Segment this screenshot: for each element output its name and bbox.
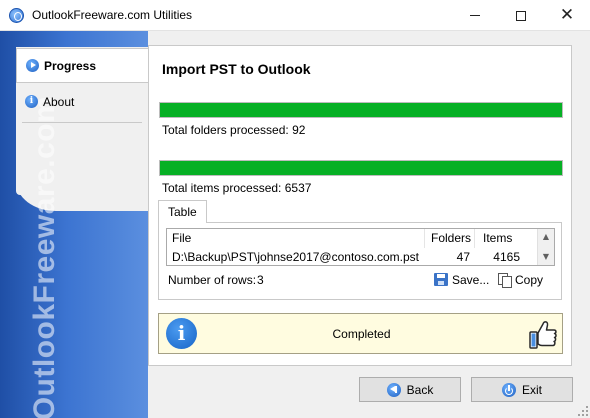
sidebar-item-about[interactable]: i About — [16, 84, 148, 119]
scroll-down-icon[interactable]: ▼ — [541, 252, 551, 262]
sidebar-brand: OutlookFreeware.com — [28, 95, 61, 418]
back-button[interactable]: Back — [359, 377, 461, 402]
cell-items: 4165 — [493, 250, 520, 264]
resize-grip[interactable] — [578, 406, 588, 416]
items-progress-bar — [159, 160, 563, 176]
save-icon — [434, 273, 448, 286]
close-icon: ✕ — [559, 5, 575, 25]
folders-progress-fill — [160, 103, 562, 117]
info-icon: i — [25, 95, 38, 108]
scroll-up-icon[interactable]: ▲ — [541, 232, 551, 242]
exit-button[interactable]: Exit — [471, 377, 573, 402]
maximize-icon — [516, 10, 526, 21]
sidebar: OutlookFreeware.com Progress i About — [0, 31, 148, 418]
sidebar-item-label: About — [43, 94, 75, 109]
table-row[interactable]: D:\Backup\PST\johnse2017@contoso.com.pst… — [167, 248, 530, 265]
sidebar-divider — [22, 122, 142, 123]
minimize-icon — [470, 15, 480, 16]
copy-button[interactable]: Copy — [498, 270, 543, 289]
close-button[interactable]: ✕ — [544, 0, 590, 31]
folders-processed-label: Total folders processed: 92 — [162, 123, 306, 137]
items-processed-label: Total items processed: 6537 — [162, 181, 312, 195]
rows-count-label: Number of rows: — [168, 273, 257, 287]
save-button[interactable]: Save... — [434, 270, 489, 289]
table-scrollbar[interactable]: ▲ ▼ — [537, 229, 554, 265]
tab-table[interactable]: Table — [158, 200, 207, 223]
status-box: Completed i — [158, 313, 563, 354]
column-header-file[interactable]: File — [167, 229, 425, 248]
page-title: Import PST to Outlook — [162, 61, 311, 77]
save-label: Save... — [452, 272, 490, 287]
cell-file: D:\Backup\PST\johnse2017@contoso.com.pst — [172, 250, 419, 264]
play-icon — [26, 59, 39, 72]
column-header-folders[interactable]: Folders — [425, 229, 475, 248]
status-text: Completed — [332, 327, 391, 341]
items-progress-fill — [160, 161, 562, 175]
maximize-button[interactable] — [498, 0, 544, 31]
rows-count-value: 3 — [257, 273, 264, 287]
title-bar: OutlookFreeware.com Utilities ✕ — [0, 0, 590, 31]
tab-panel-table: File Folders Items D:\Backup\PST\johnse2… — [158, 222, 562, 300]
sidebar-item-progress[interactable]: Progress — [16, 48, 148, 83]
copy-label: Copy — [515, 272, 544, 287]
main-panel: Import PST to Outlook Total folders proc… — [148, 45, 572, 366]
folders-progress-bar — [159, 102, 563, 118]
thumbs-up-icon — [529, 321, 557, 349]
column-header-items[interactable]: Items — [475, 229, 530, 248]
cell-folders: 47 — [456, 250, 470, 264]
results-table[interactable]: File Folders Items D:\Backup\PST\johnse2… — [166, 228, 555, 266]
back-icon — [386, 382, 401, 397]
window-title: OutlookFreeware.com Utilities — [32, 8, 193, 22]
table-header: File Folders Items — [167, 229, 530, 248]
exit-label: Exit — [521, 382, 542, 397]
window-body: OutlookFreeware.com Progress i About Imp… — [0, 31, 590, 418]
minimize-button[interactable] — [452, 0, 498, 31]
info-icon: i — [166, 318, 197, 349]
app-icon — [9, 8, 24, 23]
copy-icon — [498, 272, 512, 288]
power-icon — [501, 382, 516, 397]
back-label: Back — [406, 382, 434, 397]
sidebar-item-label: Progress — [44, 58, 97, 73]
